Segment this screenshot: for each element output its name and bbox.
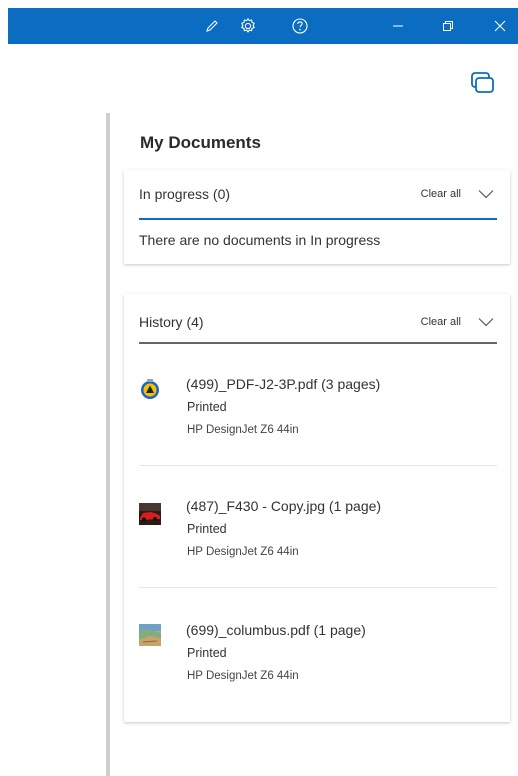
in-progress-header[interactable]: In progress (0) Clear all [139, 170, 495, 218]
history-item-status: Printed [187, 646, 227, 660]
pdf-warning-icon [139, 378, 161, 400]
clear-all-in-progress-button[interactable]: Clear all [421, 188, 461, 200]
history-card: History (4) Clear all (499)_PDF-J2-3P.pd… [124, 294, 510, 722]
clear-all-history-button[interactable]: Clear all [421, 316, 461, 328]
history-item-printer: HP DesignJet Z6 44in [187, 546, 299, 558]
history-item-name: (499)_PDF-J2-3P.pdf (3 pages) [186, 376, 381, 392]
history-item[interactable]: (699)_columbus.pdf (1 page) Printed HP D… [139, 622, 497, 744]
history-item-status: Printed [187, 400, 227, 414]
window-switch-icon[interactable] [468, 68, 498, 98]
pencil-icon[interactable] [194, 8, 230, 44]
panel-divider [106, 113, 110, 776]
history-header[interactable]: History (4) Clear all [139, 298, 495, 346]
in-progress-empty-message: There are no documents in In progress [139, 232, 381, 248]
restore-icon[interactable] [430, 8, 466, 44]
in-progress-label: In progress (0) [139, 186, 231, 202]
history-item[interactable]: (499)_PDF-J2-3P.pdf (3 pages) Printed HP… [139, 376, 497, 498]
history-item-status: Printed [187, 522, 227, 536]
history-underline [139, 342, 497, 344]
history-item-name: (487)_F430 - Copy.jpg (1 page) [186, 498, 382, 514]
minimize-icon[interactable] [380, 8, 416, 44]
history-item-name: (699)_columbus.pdf (1 page) [186, 622, 366, 638]
history-item-printer: HP DesignJet Z6 44in [187, 424, 299, 436]
item-divider [139, 587, 497, 588]
in-progress-card: In progress (0) Clear all There are no d… [124, 170, 510, 264]
help-icon[interactable] [282, 8, 318, 44]
red-car-image [139, 503, 161, 525]
item-divider [139, 465, 497, 466]
chevron-down-icon[interactable] [477, 185, 495, 203]
map-image [139, 624, 161, 646]
history-item-printer: HP DesignJet Z6 44in [187, 670, 299, 682]
history-label: History (4) [139, 314, 204, 330]
page-title: My Documents [140, 133, 261, 152]
chevron-down-icon[interactable] [477, 313, 495, 331]
gear-icon[interactable] [230, 8, 266, 44]
title-bar [8, 8, 518, 44]
close-icon[interactable] [482, 8, 518, 44]
history-item[interactable]: (487)_F430 - Copy.jpg (1 page) Printed H… [139, 498, 497, 620]
in-progress-underline [139, 218, 497, 220]
